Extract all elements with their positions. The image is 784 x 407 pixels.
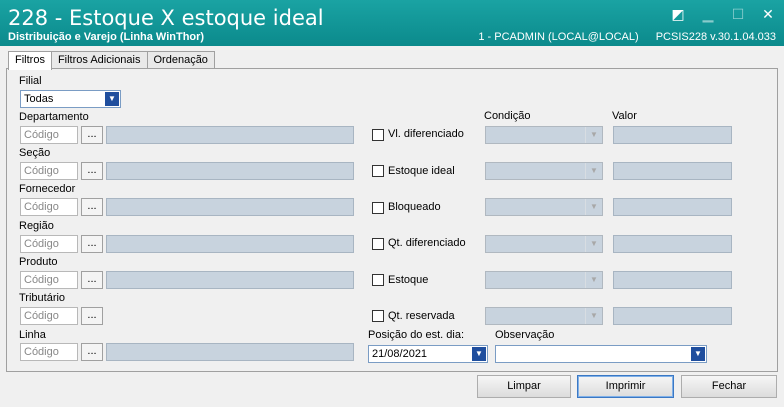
- linha-description: [106, 343, 354, 361]
- produto-code-input[interactable]: Código: [20, 271, 78, 289]
- fechar-button[interactable]: Fechar: [681, 375, 777, 398]
- maximize-icon[interactable]: ☐: [730, 6, 746, 22]
- imprimir-button[interactable]: Imprimir: [577, 375, 674, 398]
- secao-search-button[interactable]: ...: [81, 162, 103, 180]
- qt-reservada-condition-select[interactable]: ▼: [485, 307, 603, 325]
- estoque-ideal-label: Estoque ideal: [388, 165, 455, 177]
- qt-diferenciado-label: Qt. diferenciado: [388, 237, 466, 249]
- regiao-label: Região: [19, 220, 54, 232]
- produto-description: [106, 271, 354, 289]
- departamento-description: [106, 126, 354, 144]
- qt-diferenciado-checkbox[interactable]: [372, 238, 384, 250]
- system-info: 1 - PCADMIN (LOCAL@LOCAL) PCSIS228 v.30.…: [464, 31, 776, 43]
- secao-code-input[interactable]: Código: [20, 162, 78, 180]
- limpar-button[interactable]: Limpar: [477, 375, 571, 398]
- bloqueado-condition-select[interactable]: ▼: [485, 198, 603, 216]
- estoque-value-input[interactable]: [613, 271, 732, 289]
- filial-label: Filial: [19, 75, 42, 87]
- regiao-description: [106, 235, 354, 253]
- window-title: 228 - Estoque X estoque ideal: [8, 6, 324, 30]
- chevron-down-icon: ▼: [585, 308, 602, 324]
- filial-value: Todas: [24, 93, 54, 105]
- regiao-search-button[interactable]: ...: [81, 235, 103, 253]
- estoque-ideal-condition-select[interactable]: ▼: [485, 162, 603, 180]
- produto-search-button[interactable]: ...: [81, 271, 103, 289]
- fornecedor-code-input[interactable]: Código: [20, 198, 78, 216]
- fornecedor-search-button[interactable]: ...: [81, 198, 103, 216]
- qt-diferenciado-value-input[interactable]: [613, 235, 732, 253]
- regiao-code-input[interactable]: Código: [20, 235, 78, 253]
- chevron-down-icon[interactable]: ▼: [691, 347, 705, 361]
- tributario-code-input[interactable]: Código: [20, 307, 78, 325]
- departamento-code-input[interactable]: Código: [20, 126, 78, 144]
- vl-diferenciado-label: Vl. diferenciado: [388, 128, 464, 140]
- posicao-date-value: 21/08/2021: [372, 348, 428, 360]
- window-subtitle: Distribuição e Varejo (Linha WinThor): [8, 31, 205, 43]
- qt-reservada-checkbox[interactable]: [372, 310, 384, 322]
- estoque-condition-select[interactable]: ▼: [485, 271, 603, 289]
- posicao-label: Posição do est. dia:: [368, 329, 465, 341]
- vl-diferenciado-checkbox[interactable]: [372, 129, 384, 141]
- estoque-ideal-value-input[interactable]: [613, 162, 732, 180]
- tributario-search-button[interactable]: ...: [81, 307, 103, 325]
- linha-label: Linha: [19, 329, 46, 341]
- departamento-label: Departamento: [19, 111, 89, 123]
- posicao-date-picker[interactable]: 21/08/2021 ▼: [368, 345, 488, 363]
- chevron-down-icon[interactable]: ▼: [472, 347, 486, 361]
- chevron-down-icon: ▼: [585, 272, 602, 288]
- filial-select[interactable]: Todas ▼: [20, 90, 121, 108]
- observacao-label: Observação: [495, 329, 555, 341]
- user-info: 1 - PCADMIN (LOCAL@LOCAL): [478, 31, 639, 43]
- chevron-down-icon[interactable]: ▼: [105, 92, 119, 106]
- bloqueado-value-input[interactable]: [613, 198, 732, 216]
- version-info: PCSIS228 v.30.1.04.033: [655, 31, 776, 43]
- valor-label: Valor: [612, 110, 637, 122]
- chevron-down-icon: ▼: [585, 127, 602, 143]
- vl-diferenciado-condition-select[interactable]: ▼: [485, 126, 603, 144]
- tab-filtros-adicionais[interactable]: Filtros Adicionais: [50, 51, 148, 69]
- qt-diferenciado-condition-select[interactable]: ▼: [485, 235, 603, 253]
- secao-label: Seção: [19, 147, 51, 159]
- bloqueado-label: Bloqueado: [388, 201, 441, 213]
- qt-reservada-label: Qt. reservada: [388, 310, 455, 322]
- condicao-label: Condição: [484, 110, 531, 122]
- estoque-label: Estoque: [388, 274, 429, 286]
- window-controls: ◩ ▁ ☐ ✕: [670, 6, 776, 22]
- secao-description: [106, 162, 354, 180]
- linha-search-button[interactable]: ...: [81, 343, 103, 361]
- estoque-ideal-checkbox[interactable]: [372, 165, 384, 177]
- fornecedor-label: Fornecedor: [19, 183, 76, 195]
- theme-icon[interactable]: ◩: [670, 6, 686, 22]
- vl-diferenciado-value-input[interactable]: [613, 126, 732, 144]
- departamento-search-button[interactable]: ...: [81, 126, 103, 144]
- filters-panel: Filial Todas ▼ Departamento Código ... S…: [6, 68, 778, 372]
- fornecedor-description: [106, 198, 354, 216]
- minimize-icon[interactable]: ▁: [700, 6, 716, 22]
- linha-code-input[interactable]: Código: [20, 343, 78, 361]
- chevron-down-icon: ▼: [585, 163, 602, 179]
- observacao-select[interactable]: ▼: [495, 345, 707, 363]
- chevron-down-icon: ▼: [585, 199, 602, 215]
- tab-ordenacao[interactable]: Ordenação: [146, 51, 215, 69]
- estoque-checkbox[interactable]: [372, 274, 384, 286]
- close-icon[interactable]: ✕: [760, 6, 776, 22]
- tributario-label: Tributário: [19, 292, 66, 304]
- tab-filtros[interactable]: Filtros: [8, 51, 52, 70]
- produto-label: Produto: [19, 256, 58, 268]
- title-bar: 228 - Estoque X estoque ideal Distribuiç…: [0, 0, 784, 46]
- bloqueado-checkbox[interactable]: [372, 202, 384, 214]
- chevron-down-icon: ▼: [585, 236, 602, 252]
- qt-reservada-value-input[interactable]: [613, 307, 732, 325]
